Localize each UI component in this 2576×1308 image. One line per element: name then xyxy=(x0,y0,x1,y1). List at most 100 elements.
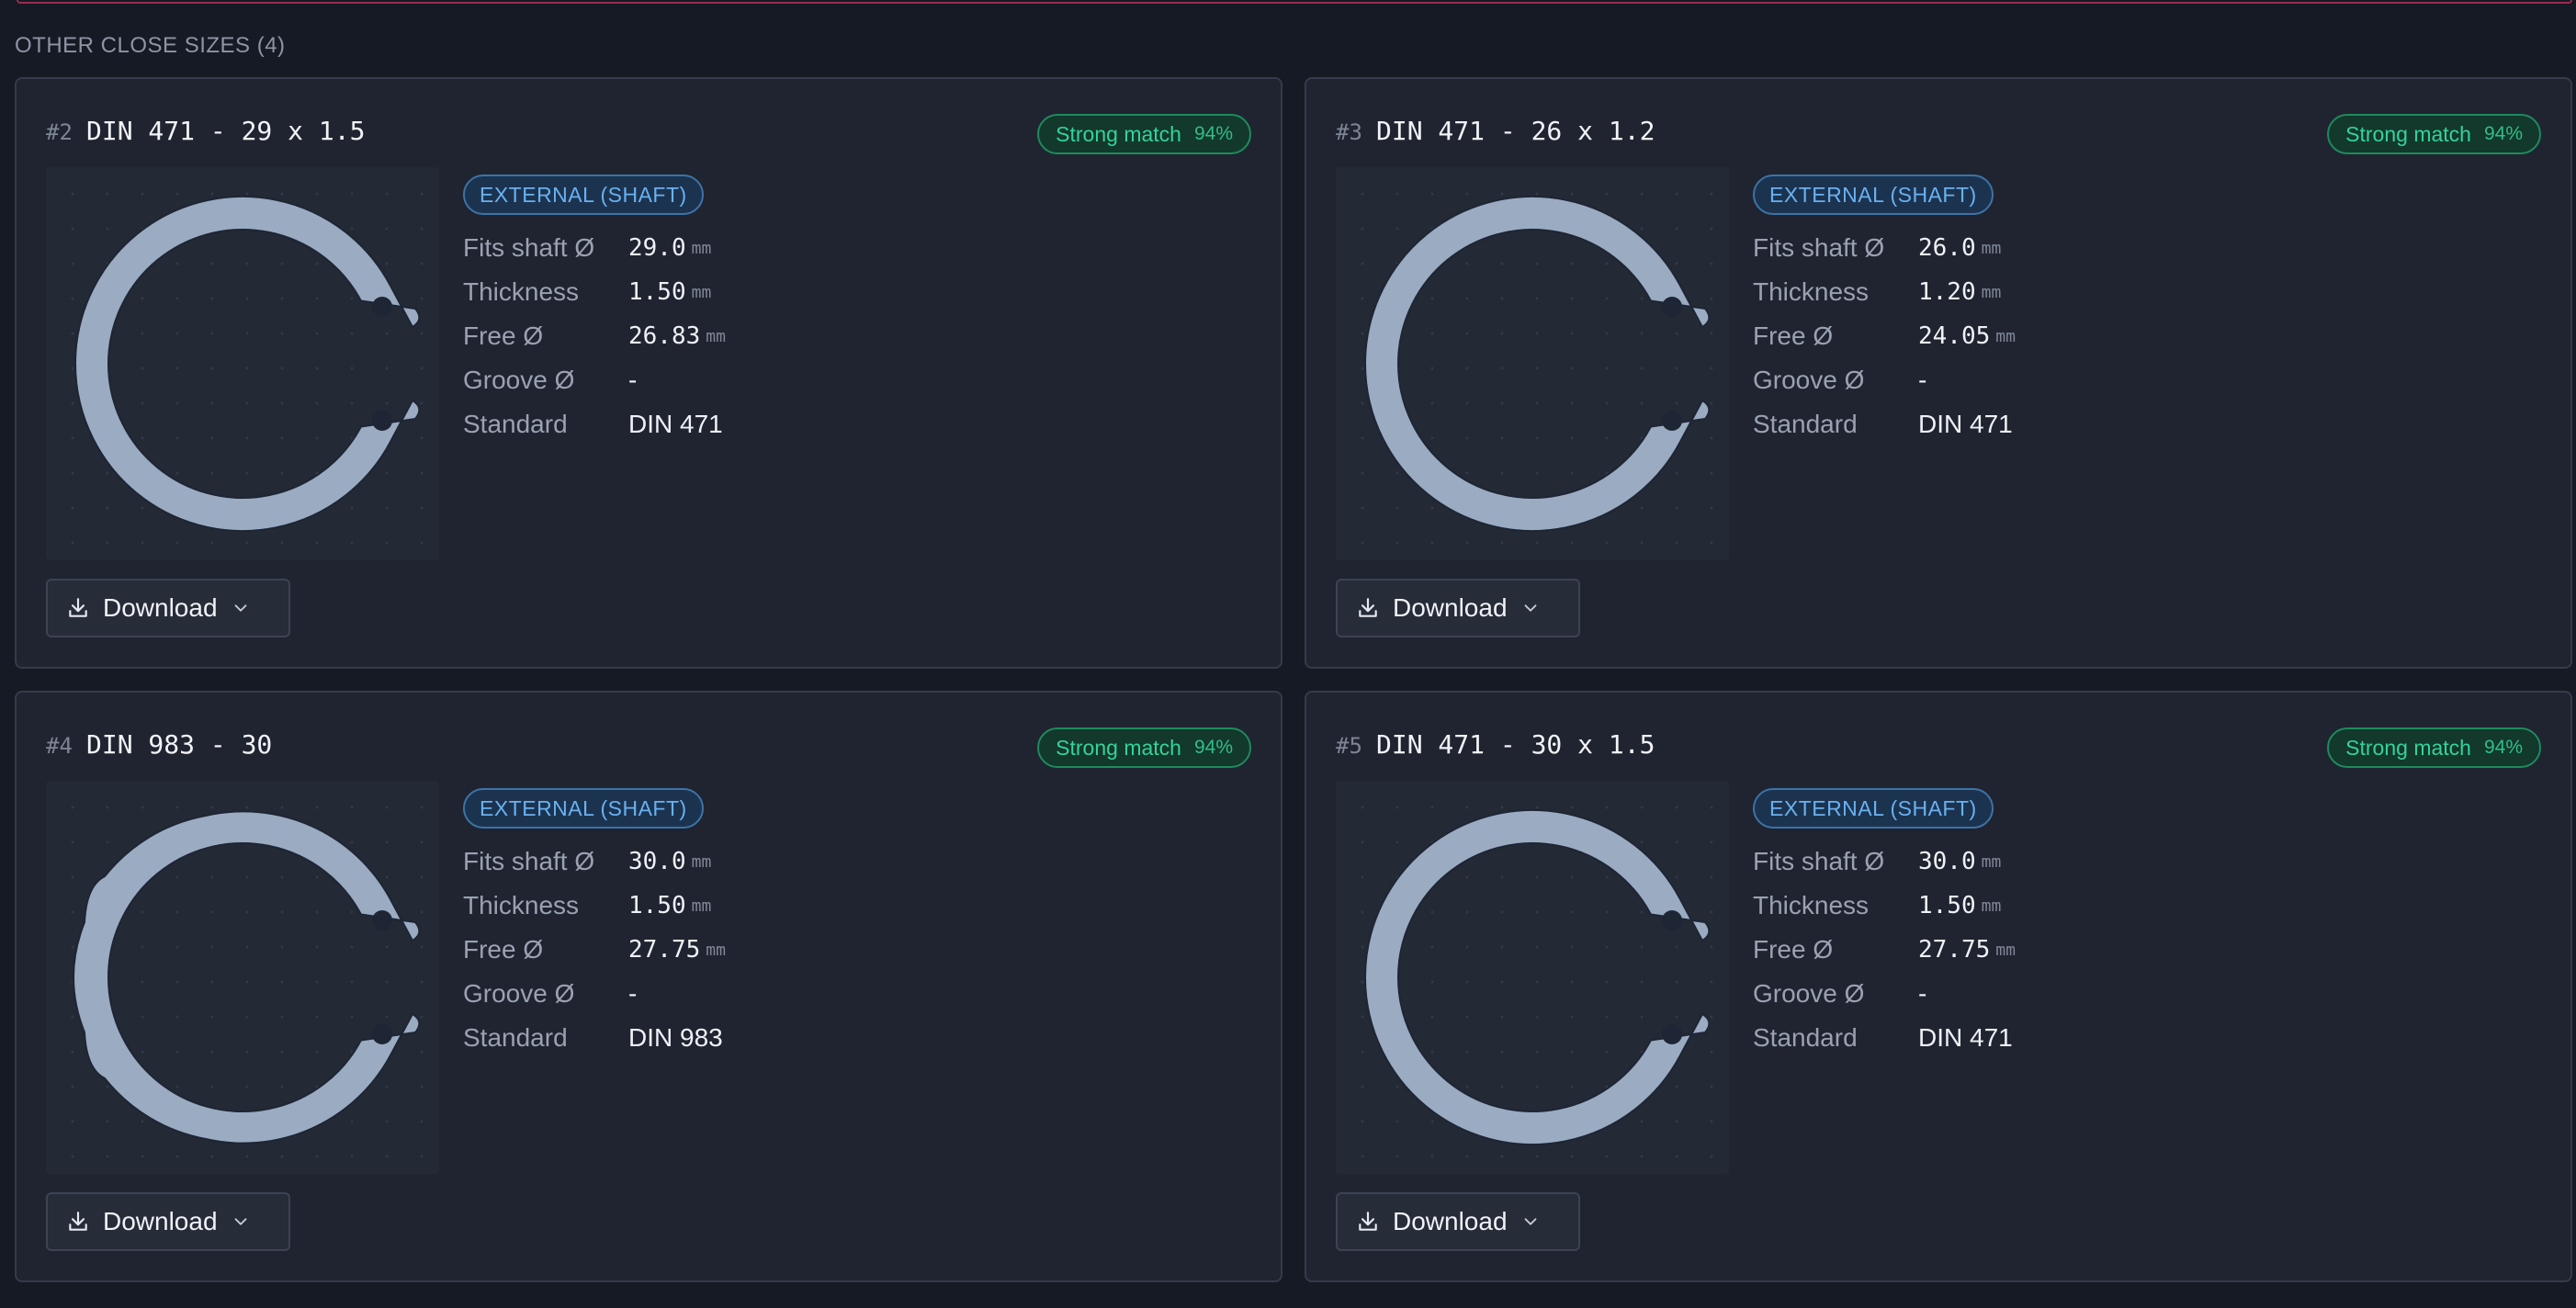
spec-value: 1.50 xyxy=(628,892,686,919)
spec-label: Groove Ø xyxy=(463,979,575,1008)
spec-value: 29.0 xyxy=(628,234,686,262)
match-label: Strong match xyxy=(2345,735,2471,760)
spec-list: Fits shaft Ø 30.0 mm Thickness 1.50 mm Free Ø2… xyxy=(1753,840,2016,1060)
spec-label: Free Ø xyxy=(1753,321,1834,350)
spec-label: Standard xyxy=(463,1023,568,1052)
spec-value: 1.50 xyxy=(628,278,686,306)
spec-value: DIN 471 xyxy=(628,410,723,438)
download-button[interactable]: Download xyxy=(1336,1192,1580,1251)
lug-hole xyxy=(1662,1024,1682,1044)
spec-unit: mm xyxy=(1981,851,2002,872)
match-label: Strong match xyxy=(1056,735,1181,760)
rank-label: #3 xyxy=(1336,119,1362,145)
spec-label: Thickness xyxy=(1753,277,1870,306)
rank-label: #4 xyxy=(46,733,73,759)
spec-unit: mm xyxy=(1981,238,2002,258)
spec-label: Standard xyxy=(463,410,568,438)
download-button[interactable]: Download xyxy=(1336,579,1580,637)
download-label: Download xyxy=(103,593,218,622)
spec-label: Thickness xyxy=(463,277,580,306)
spec-list: Fits shaft Ø 30.0 mm Thickness 1.50 mm Free Ø2… xyxy=(463,840,726,1060)
spec-label: Thickness xyxy=(463,891,580,919)
spec-label: Fits shaft Ø xyxy=(1753,233,1885,262)
ring-preview xyxy=(1336,167,1729,560)
spec-value: 1.20 xyxy=(1918,278,1976,306)
download-icon xyxy=(69,598,87,617)
results-grid: #2 DIN 471 - 29 x 1.5 Strong match 94% E… xyxy=(15,77,2572,1282)
download-icon xyxy=(69,1212,87,1231)
lug-hole xyxy=(1662,910,1682,930)
lug-hole xyxy=(372,1024,392,1044)
spec-label: Free Ø xyxy=(1753,935,1834,964)
download-icon xyxy=(1359,1212,1377,1231)
spec-row: Groove Ø - xyxy=(1753,972,2016,1016)
type-badge: EXTERNAL (SHAFT) xyxy=(1753,175,1994,215)
spec-label: Fits shaft Ø xyxy=(463,847,595,875)
spec-value: 30.0 xyxy=(628,848,686,875)
spec-value: - xyxy=(1918,366,1927,394)
spec-value: - xyxy=(1918,979,1927,1008)
match-label: Strong match xyxy=(2345,121,2471,146)
lug-hole xyxy=(372,297,392,317)
spec-row: Fits shaft Ø 30.0 mm xyxy=(463,840,726,884)
spec-label: Free Ø xyxy=(463,935,544,964)
spec-label: Thickness xyxy=(1753,891,1870,919)
spec-row: Groove Ø - xyxy=(463,358,726,402)
chevron-down-icon xyxy=(234,604,246,612)
spec-label: Groove Ø xyxy=(1753,979,1865,1008)
spec-row: Standard DIN 471 xyxy=(463,402,726,446)
ring-preview xyxy=(46,167,439,560)
part-name: DIN 471 - 30 x 1.5 xyxy=(1376,729,1655,760)
download-label: Download xyxy=(1393,1207,1508,1235)
lug-hole xyxy=(1662,297,1682,317)
spec-label: Groove Ø xyxy=(1753,366,1865,394)
download-button[interactable]: Download xyxy=(46,579,290,637)
match-badge: Strong match 94% xyxy=(2327,727,2541,768)
ring-preview xyxy=(46,781,439,1174)
spec-label: Fits shaft Ø xyxy=(463,233,595,262)
spec-value: 26.0 xyxy=(1918,234,1976,262)
spec-unit: mm xyxy=(1981,282,2002,302)
ring-shape xyxy=(1364,809,1711,1145)
alert-border xyxy=(17,0,2572,4)
match-percent: 94% xyxy=(1193,123,1233,144)
download-button[interactable]: Download xyxy=(46,1192,290,1251)
spec-row: Thickness 1.50 mm xyxy=(463,884,726,928)
part-name: DIN 983 - 30 xyxy=(86,729,273,760)
retaining-ring-drawing xyxy=(73,810,421,1144)
ring-shape xyxy=(1364,196,1711,532)
part-name: DIN 471 - 29 x 1.5 xyxy=(86,116,366,146)
spec-unit: mm xyxy=(706,326,726,346)
match-percent: 94% xyxy=(2483,737,2523,758)
spec-label: Standard xyxy=(1753,410,1858,438)
spec-row: Thickness 1.50 mm xyxy=(463,270,726,314)
chevron-down-icon xyxy=(1524,604,1536,612)
spec-list: Fits shaft Ø 29.0 mm Thickness 1.50 mm Free Ø2… xyxy=(463,226,726,446)
retaining-ring-drawing xyxy=(1364,809,1711,1145)
spec-value: 27.75 xyxy=(1918,936,1991,964)
type-badge: EXTERNAL (SHAFT) xyxy=(463,788,704,829)
section-title: OTHER CLOSE SIZES (4) xyxy=(15,33,286,58)
spec-value: 27.75 xyxy=(628,936,701,964)
rank-label: #5 xyxy=(1336,733,1362,759)
spec-value: - xyxy=(628,366,638,394)
spec-value: 1.50 xyxy=(1918,892,1976,919)
spec-unit: mm xyxy=(691,851,712,872)
spec-value: DIN 983 xyxy=(628,1023,723,1052)
spec-unit: mm xyxy=(1995,326,2016,346)
spec-row: Free Ø 26.83 mm xyxy=(463,314,726,358)
result-card-3: #3 DIN 471 - 26 x 1.2 Strong match 94% E… xyxy=(1305,77,2572,669)
match-badge: Strong match 94% xyxy=(1037,114,1251,154)
retaining-ring-drawing xyxy=(1364,196,1711,532)
spec-unit: mm xyxy=(706,940,726,960)
spec-row: Free Ø 27.75 mm xyxy=(463,928,726,972)
ring-shape xyxy=(73,810,421,1144)
spec-unit: mm xyxy=(691,896,712,916)
spec-row: Thickness 1.20 mm xyxy=(1753,270,2016,314)
spec-row: Groove Ø - xyxy=(463,972,726,1016)
part-name: DIN 471 - 26 x 1.2 xyxy=(1376,116,1655,146)
download-label: Download xyxy=(103,1207,218,1235)
lug-hole xyxy=(1662,411,1682,431)
spec-row: Standard DIN 471 xyxy=(1753,402,2016,446)
spec-label: Groove Ø xyxy=(463,366,575,394)
